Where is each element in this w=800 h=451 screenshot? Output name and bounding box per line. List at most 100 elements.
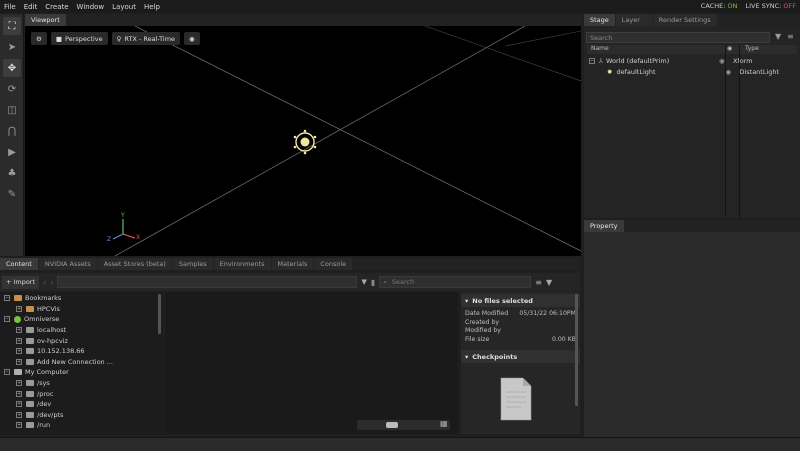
stage-row-world[interactable]: − ⅄ World (defaultPrim) ◉ Xform bbox=[587, 55, 797, 66]
import-button[interactable]: + Import bbox=[2, 275, 40, 289]
tab-environments[interactable]: Environments bbox=[213, 258, 271, 270]
col-name[interactable]: Name bbox=[587, 45, 727, 54]
visibility-button[interactable]: ◉ bbox=[184, 32, 200, 45]
tab-asset-stores[interactable]: Asset Stores (beta) bbox=[97, 258, 172, 270]
tree-item[interactable]: + /run bbox=[0, 420, 163, 431]
tab-console[interactable]: Console bbox=[314, 258, 353, 270]
checkpoints-header[interactable]: ▾ Checkpoints bbox=[461, 350, 580, 363]
expand-icon[interactable]: + bbox=[16, 390, 22, 397]
prim-type: Xform bbox=[732, 56, 753, 65]
menu-edit[interactable]: Edit bbox=[20, 3, 42, 11]
tree-item[interactable]: + /dev/pts bbox=[0, 410, 163, 421]
menu-help[interactable]: Help bbox=[140, 3, 164, 11]
tree-item-label: My Computer bbox=[25, 368, 69, 377]
collapse-icon[interactable]: − bbox=[4, 316, 10, 323]
tree-item[interactable]: + HPCVis bbox=[0, 304, 163, 315]
expand-icon[interactable]: + bbox=[16, 348, 22, 355]
tab-property[interactable]: Property bbox=[584, 220, 624, 232]
file-size-value: 0.00 KB bbox=[551, 335, 576, 343]
expand-icon[interactable]: + bbox=[16, 327, 22, 334]
grid-view-icon[interactable]: ▦ bbox=[440, 419, 448, 428]
slider-handle[interactable] bbox=[386, 422, 398, 428]
paint-tool-icon[interactable]: ♣ bbox=[3, 164, 21, 182]
axis-z-label: Z bbox=[107, 236, 112, 243]
snap-magnet-icon[interactable]: ⋂ bbox=[3, 122, 21, 140]
tree-scrollbar[interactable] bbox=[158, 294, 161, 334]
tab-content[interactable]: Content bbox=[0, 258, 38, 270]
stage-row-default-light[interactable]: ✹ defaultLight ◉ DistantLight bbox=[587, 66, 797, 77]
expand-icon[interactable]: + bbox=[16, 422, 22, 429]
tab-nvidia-assets[interactable]: NVIDIA Assets bbox=[38, 258, 97, 270]
distant-light-gizmo[interactable] bbox=[293, 129, 317, 155]
filter-icon[interactable]: ▼ bbox=[546, 278, 552, 287]
tree-item[interactable]: − My Computer bbox=[0, 367, 163, 378]
status-bar bbox=[0, 437, 800, 451]
details-scrollbar[interactable] bbox=[575, 294, 578, 406]
viewport-settings-button[interactable]: ⚙ bbox=[31, 32, 47, 45]
property-tab-strip: Property bbox=[584, 220, 800, 232]
tab-samples[interactable]: Samples bbox=[172, 258, 213, 270]
camera-button[interactable]: ■ Perspective bbox=[50, 32, 108, 45]
expand-icon[interactable]: + bbox=[16, 380, 22, 387]
tab-render-settings[interactable]: Render Settings bbox=[652, 14, 717, 26]
forward-arrow-icon[interactable]: › bbox=[50, 278, 53, 287]
menu-layout[interactable]: Layout bbox=[108, 3, 140, 11]
column-divider bbox=[725, 45, 726, 218]
live-sync-status[interactable]: LIVE SYNC: OFF bbox=[745, 2, 796, 10]
tree-item[interactable]: − Omniverse bbox=[0, 314, 163, 325]
tree-item[interactable]: − Bookmarks bbox=[0, 293, 163, 304]
col-type[interactable]: Type bbox=[743, 45, 759, 54]
tree-item[interactable]: + /sys bbox=[0, 378, 163, 389]
filter-icon[interactable]: ▼ bbox=[775, 32, 781, 41]
tree-item[interactable]: + /proc bbox=[0, 388, 163, 399]
content-tree: − Bookmarks + HPCVis − Omniverse + localhost + ov… bbox=[0, 292, 163, 434]
menu-create[interactable]: Create bbox=[41, 3, 72, 11]
tree-item[interactable]: + localhost bbox=[0, 325, 163, 336]
path-dropdown-icon[interactable]: ▼ bbox=[361, 278, 366, 286]
collapse-icon[interactable]: − bbox=[4, 369, 10, 376]
play-icon[interactable]: ▶ bbox=[3, 143, 21, 161]
cache-status[interactable]: CACHE: ON bbox=[701, 2, 738, 10]
collapse-icon[interactable]: − bbox=[4, 295, 10, 302]
path-field[interactable] bbox=[57, 276, 358, 288]
tree-item[interactable]: + ov-hpcviz bbox=[0, 335, 163, 346]
menu-file[interactable]: File bbox=[0, 3, 20, 11]
collapse-icon[interactable]: − bbox=[589, 57, 595, 64]
options-icon[interactable]: ≡ bbox=[787, 32, 794, 41]
viewport-canvas[interactable]: Y X Z ⚙ ■ Perspective ♀ RTX - Real-Time ◉ bbox=[25, 26, 581, 256]
content-search-input[interactable]: ⌕ Search bbox=[379, 276, 532, 288]
tree-item[interactable]: + /dev bbox=[0, 399, 163, 410]
content-grid[interactable]: ▦ bbox=[165, 292, 458, 434]
expand-icon[interactable]: + bbox=[16, 401, 22, 408]
stage-column-header: Name ◉ Type bbox=[587, 45, 797, 54]
move-tool-icon[interactable]: ✥ bbox=[3, 59, 21, 77]
tree-item[interactable]: +10.152.138.66 bbox=[0, 346, 163, 357]
tab-viewport[interactable]: Viewport bbox=[25, 14, 66, 26]
stage-search-input[interactable]: Search bbox=[586, 32, 770, 43]
expand-icon[interactable]: + bbox=[16, 411, 22, 418]
details-header[interactable]: ▾ No files selected bbox=[461, 294, 580, 307]
visibility-eye-icon[interactable]: ◉ bbox=[725, 68, 739, 76]
expand-icon[interactable]: + bbox=[16, 305, 22, 312]
xform-icon: ⅄ bbox=[599, 56, 603, 65]
tab-materials[interactable]: Materials bbox=[271, 258, 314, 270]
select-arrow-icon[interactable]: ➤ bbox=[3, 38, 21, 56]
expand-icon[interactable]: + bbox=[16, 337, 22, 344]
thumbnail-size-slider[interactable] bbox=[357, 420, 450, 430]
tab-stage[interactable]: Stage bbox=[584, 14, 615, 26]
list-view-icon[interactable]: ≡ bbox=[535, 278, 542, 287]
scale-tool-icon[interactable]: ◫ bbox=[3, 101, 21, 119]
tab-layer[interactable]: Layer bbox=[615, 14, 652, 26]
back-arrow-icon[interactable]: ‹ bbox=[43, 278, 46, 287]
folder-icon bbox=[26, 305, 34, 312]
bookmark-icon[interactable]: ▮ bbox=[371, 278, 375, 287]
expand-icon[interactable]: + bbox=[16, 358, 22, 365]
rotate-tool-icon[interactable]: ⟳ bbox=[3, 80, 21, 98]
tree-item[interactable]: + Add New Connection ... bbox=[0, 357, 163, 368]
menu-window[interactable]: Window bbox=[73, 3, 109, 11]
brush-tool-icon[interactable]: ✎ bbox=[3, 185, 21, 203]
details-title: No files selected bbox=[472, 296, 533, 305]
renderer-button[interactable]: ♀ RTX - Real-Time bbox=[111, 32, 181, 45]
frame-select-icon[interactable]: ⛶ bbox=[3, 17, 21, 35]
live-sync-label: LIVE SYNC: bbox=[745, 2, 782, 10]
